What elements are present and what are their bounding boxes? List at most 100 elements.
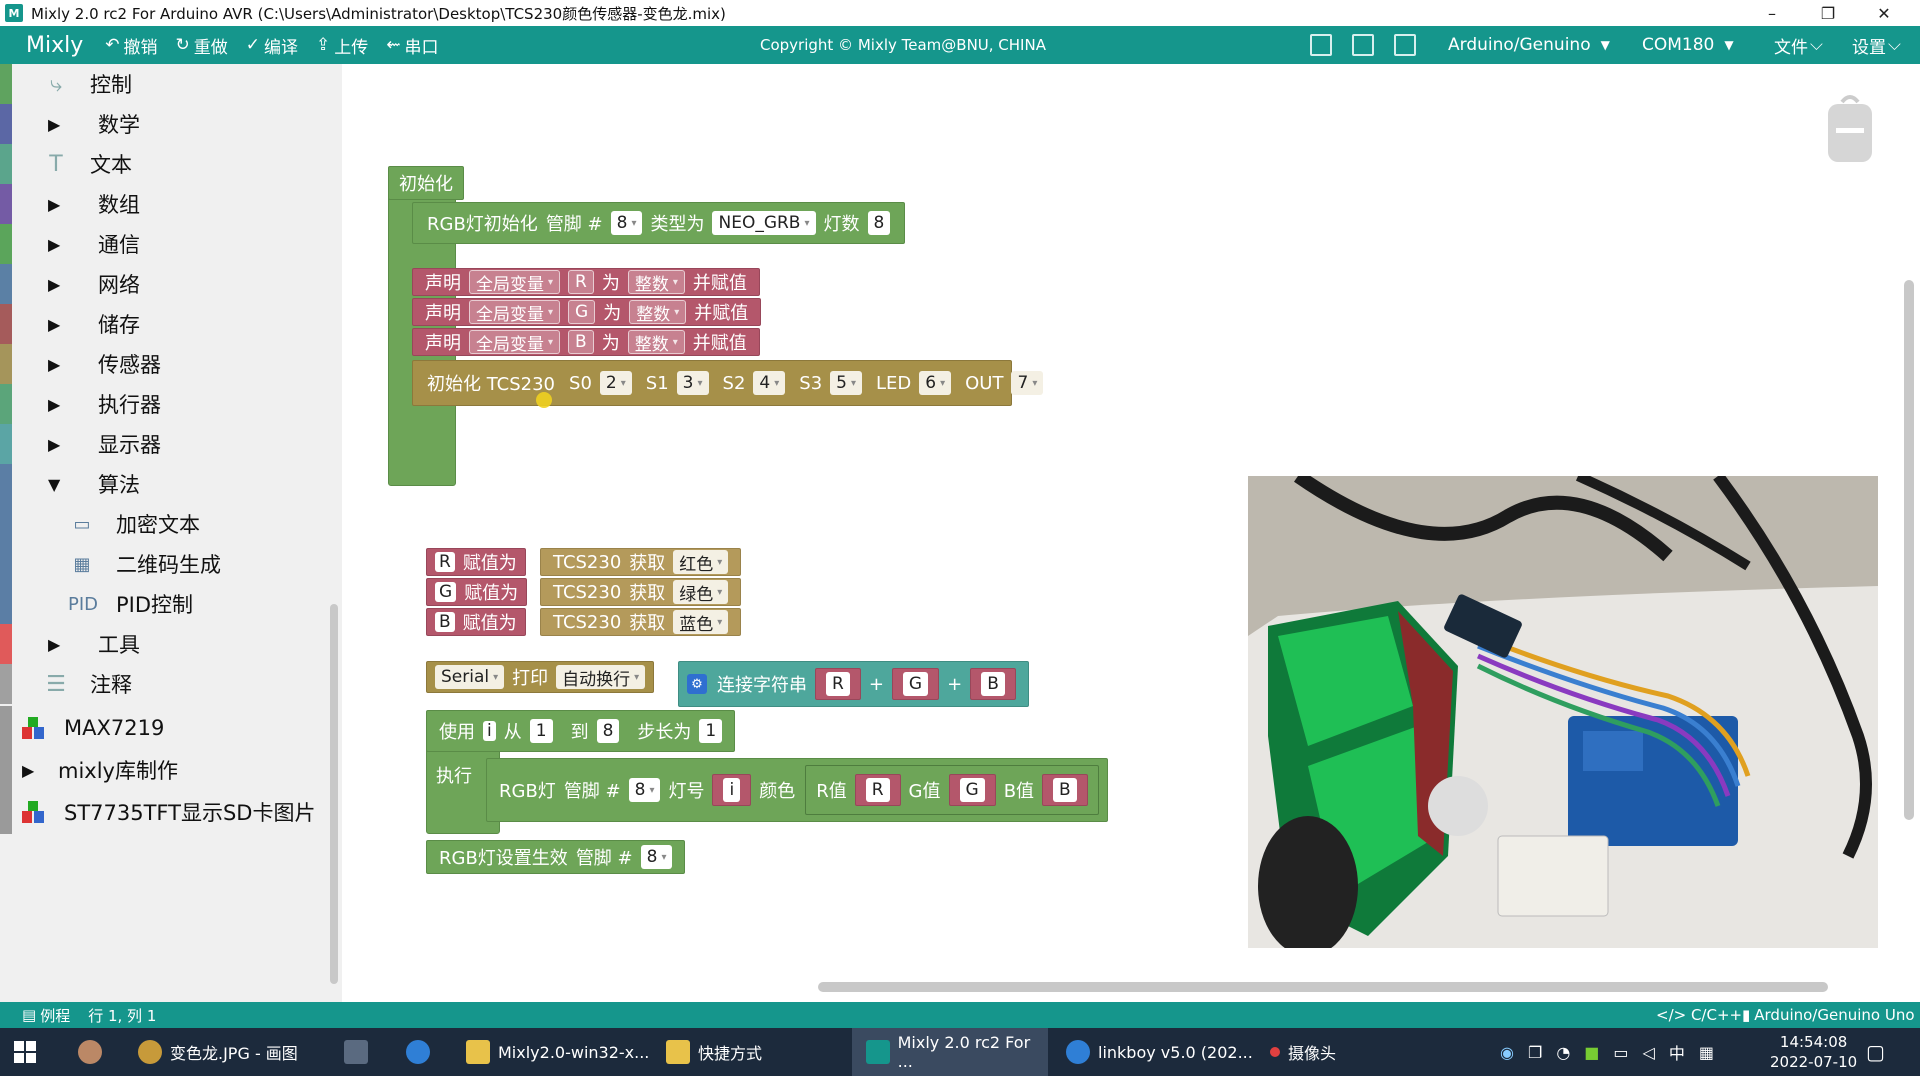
sidebar-scrollbar[interactable] <box>330 604 338 984</box>
pinned-app-icon[interactable] <box>78 1028 102 1076</box>
sidebar-category[interactable]: ▶ 工具 <box>12 624 330 664</box>
sidebar-category[interactable]: ▶ 网络 <box>12 264 330 304</box>
var-g-field[interactable]: G <box>959 778 985 802</box>
sidebar-subcategory[interactable]: ▭ 加密文本 <box>12 504 330 544</box>
layout-code-icon[interactable] <box>1394 34 1416 56</box>
rgb-init-type-dropdown[interactable]: NEO_GRB ▾ <box>712 211 816 235</box>
tcs230-pin-dropdown[interactable]: 2 ▾ <box>599 371 632 395</box>
undo-button[interactable]: ↶ 撤销 <box>105 33 157 58</box>
scope-dropdown[interactable]: 全局变量 ▾ <box>469 270 561 295</box>
settings-menu[interactable]: 设置 ⌵ <box>1852 33 1901 58</box>
sidebar-category[interactable]: ▶ 显示器 <box>12 424 330 464</box>
language-indicator[interactable]: </> C/C++ <box>1656 1006 1742 1024</box>
setup-hat-block[interactable]: 初始化 <box>388 166 464 200</box>
sidebar-category[interactable]: ▶ 通信 <box>12 224 330 264</box>
tcs230-pin-dropdown[interactable]: 3 ▾ <box>676 371 709 395</box>
concat-string-block[interactable]: ⚙ 连接字符串 R + G + B <box>678 661 1029 707</box>
for-to-field[interactable]: 8 <box>596 719 620 743</box>
var-r-field[interactable]: R <box>826 672 850 696</box>
color-channel-dropdown[interactable]: 蓝色 ▾ <box>673 610 729 635</box>
assign-variable-block[interactable]: R 赋值为 <box>426 548 526 576</box>
type-dropdown[interactable]: 整数 ▾ <box>629 300 687 325</box>
taskbar-item-linkboy[interactable]: linkboy v5.0 (202... <box>1066 1028 1253 1076</box>
clock[interactable]: 14:54:08 2022-07-10 <box>1770 1028 1857 1076</box>
tcs230-pin-dropdown[interactable]: 4 ▾ <box>753 371 786 395</box>
var-g-block[interactable]: G <box>891 668 940 700</box>
serial-port-dropdown[interactable]: Serial ▾ <box>435 665 505 689</box>
variable-name-field[interactable]: B <box>568 330 594 354</box>
var-i-block[interactable]: i <box>712 774 752 806</box>
declare-variable-block[interactable]: 声明 全局变量 ▾ R 为 整数 ▾ 并赋值 <box>412 268 760 296</box>
taskbar-item-mixly[interactable]: Mixly 2.0 rc2 For ... <box>852 1028 1048 1076</box>
sidebar-category[interactable]: ▼ 算法 <box>12 464 330 504</box>
rgb-init-block[interactable]: RGB灯初始化 管脚 # 8 ▾ 类型为 NEO_GRB ▾ 灯数 8 <box>412 202 906 244</box>
var-b-field[interactable]: B <box>981 672 1005 696</box>
type-dropdown[interactable]: 整数 ▾ <box>627 270 685 295</box>
tcs230-pin-dropdown[interactable]: 5 ▾ <box>830 371 863 395</box>
sidebar-subcategory[interactable]: ▦ 二维码生成 <box>12 544 330 584</box>
tcs230-read-block[interactable]: TCS230 获取 红色 ▾ <box>540 548 742 576</box>
sidebar-category[interactable]: ▶ 储存 <box>12 304 330 344</box>
port-select[interactable]: COM180 ▼ <box>1642 35 1734 55</box>
upload-button[interactable]: ⇪ 上传 <box>316 33 368 58</box>
network-icon[interactable]: ◉ <box>1500 1043 1514 1062</box>
sidebar-category[interactable]: ▶ 传感器 <box>12 344 330 384</box>
file-menu[interactable]: 文件 ⌵ <box>1774 33 1823 58</box>
var-b-block[interactable]: B <box>1042 774 1088 806</box>
var-r-block[interactable]: R <box>854 774 901 806</box>
notification-icon[interactable]: ▢ <box>1866 1028 1885 1076</box>
workspace-h-scrollbar[interactable] <box>818 982 1828 992</box>
rgb-show-block[interactable]: RGB灯设置生效 管脚 # 8 ▾ <box>426 840 686 874</box>
serial-button[interactable]: ⇜ 串口 <box>386 33 438 58</box>
redo-button[interactable]: ↻ 重做 <box>176 33 228 58</box>
var-r-block[interactable]: R <box>815 668 861 700</box>
type-dropdown[interactable]: 整数 ▾ <box>627 330 685 355</box>
sidebar-subcategory[interactable]: PID PID控制 <box>12 584 330 624</box>
sidebar-category[interactable]: ☰ 注释 <box>12 664 330 704</box>
rgb-setpixel-block[interactable]: RGB灯 管脚 # 8 ▾ 灯号 i 颜色 R值 R G值 G B值 B <box>486 758 1108 822</box>
var-b-block[interactable]: B <box>970 668 1016 700</box>
assign-var-field[interactable]: G <box>435 582 457 602</box>
examples-button[interactable]: ▤ 例程 <box>22 1005 70 1026</box>
var-r-field[interactable]: R <box>865 778 890 802</box>
calculator-icon[interactable] <box>344 1028 368 1076</box>
start-button[interactable] <box>14 1028 36 1076</box>
ime-indicator[interactable]: 中 <box>1669 1040 1685 1064</box>
blockly-workspace[interactable]: 初始化 RGB灯初始化 管脚 # 8 ▾ 类型为 NEO_GRB ▾ 灯数 8 声明… <box>342 64 1920 1002</box>
serial-mode-dropdown[interactable]: 自动换行 ▾ <box>556 665 646 690</box>
sidebar-category[interactable]: ▶ 数组 <box>12 184 330 224</box>
tcs230-read-block[interactable]: TCS230 获取 蓝色 ▾ <box>540 608 742 636</box>
wifi-icon[interactable]: ◔ <box>1556 1043 1570 1062</box>
for-from-field[interactable]: 1 <box>529 719 553 743</box>
gear-icon[interactable]: ⚙ <box>687 674 707 694</box>
layout-blocks-icon[interactable] <box>1310 34 1332 56</box>
edge-icon[interactable] <box>406 1028 430 1076</box>
taskbar-item-explorer-mixly[interactable]: Mixly2.0-win32-x... <box>466 1028 649 1076</box>
var-g-block[interactable]: G <box>948 774 996 806</box>
compile-button[interactable]: ✓ 编译 <box>246 33 298 58</box>
taskbar-item-shortcuts[interactable]: 快捷方式 <box>666 1028 762 1076</box>
volume-icon[interactable]: ◁ <box>1643 1043 1655 1062</box>
close-button[interactable]: ✕ <box>1856 0 1912 26</box>
show-pin-dropdown[interactable]: 8 ▾ <box>640 845 673 869</box>
sidebar-library[interactable]: ▶ mixly库制作 <box>12 748 342 792</box>
var-b-field[interactable]: B <box>1053 778 1077 802</box>
board-indicator[interactable]: ▮ Arduino/Genuino Uno <box>1742 1006 1915 1024</box>
assign-var-field[interactable]: B <box>435 612 455 632</box>
sidebar-category[interactable]: ▶ 数学 <box>12 104 330 144</box>
restore-button[interactable]: ❐ <box>1800 0 1856 26</box>
declare-variable-block[interactable]: 声明 全局变量 ▾ B 为 整数 ▾ 并赋值 <box>412 328 760 356</box>
rgb-init-pin-dropdown[interactable]: 8 ▾ <box>610 211 643 235</box>
var-g-field[interactable]: G <box>902 672 929 696</box>
variable-name-field[interactable]: G <box>568 300 596 324</box>
for-var-field[interactable]: i <box>483 721 496 741</box>
tcs230-pin-dropdown[interactable]: 7 ▾ <box>1011 371 1044 395</box>
sidebar-category[interactable]: T 文本 <box>12 144 330 184</box>
taskbar-item-camera[interactable]: 摄像头 <box>1270 1028 1336 1076</box>
setpixel-pin-dropdown[interactable]: 8 ▾ <box>628 778 661 802</box>
tcs230-read-block[interactable]: TCS230 获取 绿色 ▾ <box>540 578 742 606</box>
sidebar-category[interactable]: ▶ 执行器 <box>12 384 330 424</box>
keyboard-icon[interactable]: ▦ <box>1699 1043 1714 1062</box>
assign-var-field[interactable]: R <box>435 552 455 572</box>
scope-dropdown[interactable]: 全局变量 ▾ <box>469 300 561 325</box>
